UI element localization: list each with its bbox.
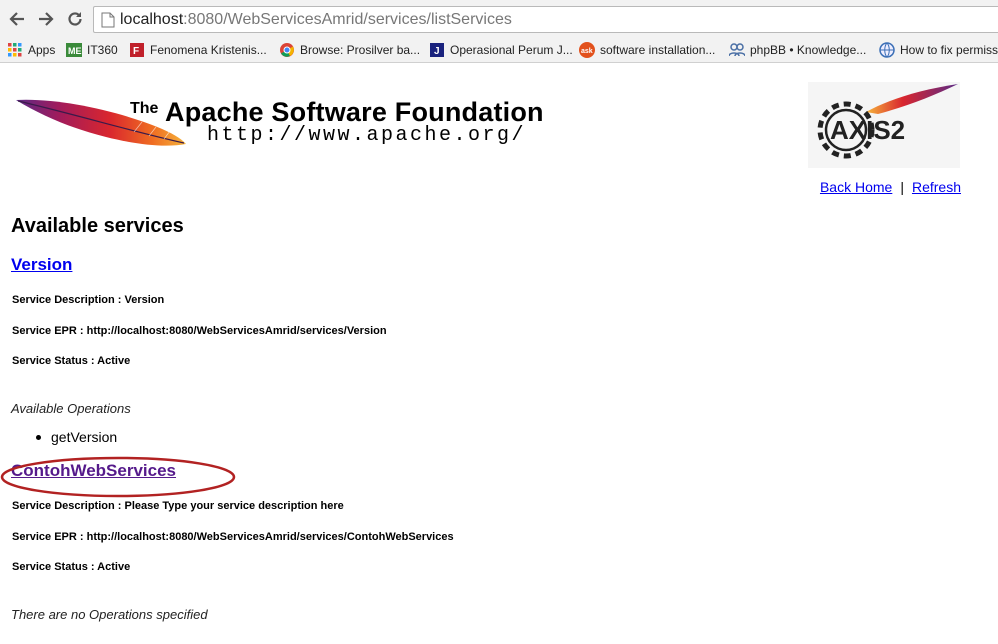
operations-label: Available Operations (11, 401, 131, 416)
bookmark-prosilver[interactable]: Browse: Prosilver ba... (279, 41, 420, 59)
axis2-logo-text: AXIS2 (830, 115, 905, 145)
ask-icon: ask (579, 42, 595, 58)
forward-button[interactable] (35, 8, 57, 30)
service-description: Service Description : Please Type your s… (12, 500, 344, 512)
operation-list-item: getVersion (36, 429, 117, 445)
svg-text:F: F (133, 46, 139, 57)
browser-toolbar: localhost:8080/WebServicesAmrid/services… (0, 0, 998, 38)
service-status: Service Status : Active (12, 355, 131, 367)
bookmark-software[interactable]: ask software installation... (579, 41, 715, 59)
bookmark-apps[interactable]: Apps (7, 41, 55, 59)
chrome-icon (279, 42, 295, 58)
bookmark-f-icon: F (129, 42, 145, 58)
back-arrow-icon (9, 12, 24, 26)
bookmark-label: How to fix permiss (900, 43, 998, 57)
bookmark-label: Apps (28, 43, 56, 57)
top-links: Back Home | Refresh (820, 179, 961, 195)
service-name-link[interactable]: Version (11, 255, 72, 275)
reload-button[interactable] (64, 8, 86, 30)
bookmark-operasional[interactable]: J Operasional Perum J... (429, 41, 573, 59)
link-separator: | (900, 179, 904, 195)
reload-icon (68, 12, 82, 26)
back-button[interactable] (6, 8, 28, 30)
service-epr: Service EPR : http://localhost:8080/WebS… (12, 325, 387, 337)
bookmark-it360[interactable]: ME IT360 (66, 41, 118, 59)
refresh-link[interactable]: Refresh (912, 179, 961, 195)
bookmark-fix-permissions[interactable]: How to fix permiss (879, 41, 998, 59)
url-host: localhost (120, 11, 184, 28)
asf-the: The (130, 100, 159, 117)
service-status: Service Status : Active (12, 561, 131, 573)
page-icon (101, 12, 115, 28)
asf-url: http://www.apache.org/ (207, 124, 527, 147)
page-title: Available services (11, 215, 184, 237)
bookmark-fenomena[interactable]: F Fenomena Kristenis... (129, 41, 267, 59)
svg-text:ask: ask (581, 48, 593, 55)
svg-text:J: J (434, 46, 440, 57)
people-icon (729, 42, 745, 58)
j-icon: J (429, 42, 445, 58)
operation-name: getVersion (51, 429, 118, 445)
apps-grid-icon (7, 42, 23, 58)
service-description: Service Description : Version (12, 294, 165, 306)
no-operations-label: There are no Operations specified (11, 607, 208, 622)
forward-arrow-icon (39, 12, 54, 26)
bullet-icon (36, 434, 41, 440)
bookmark-label: software installation... (600, 43, 716, 57)
me-icon: ME (66, 42, 82, 58)
url-text: localhost:8080/WebServicesAmrid/services… (120, 11, 512, 29)
bookmark-label: Operasional Perum J... (450, 43, 573, 57)
url-path: :8080/WebServicesAmrid/services/listServ… (183, 11, 512, 28)
bookmark-label: IT360 (87, 43, 118, 57)
bookmark-phpbb[interactable]: phpBB • Knowledge... (729, 41, 866, 59)
back-home-link[interactable]: Back Home (820, 179, 892, 195)
svg-text:ME: ME (68, 46, 82, 56)
bookmarks-bar: Apps ME IT360 F Fenomena Kristenis... Brow… (0, 38, 998, 63)
axis2-logo: AXIS2 (808, 82, 960, 168)
service-epr: Service EPR : http://localhost:8080/WebS… (12, 531, 454, 543)
address-bar[interactable]: localhost:8080/WebServicesAmrid/services… (93, 6, 998, 33)
service-name-link[interactable]: ContohWebServices (11, 461, 176, 481)
bookmark-label: Fenomena Kristenis... (150, 43, 267, 57)
bookmark-label: Browse: Prosilver ba... (300, 43, 421, 57)
bookmark-label: phpBB • Knowledge... (750, 43, 867, 57)
globe-icon (879, 42, 895, 58)
